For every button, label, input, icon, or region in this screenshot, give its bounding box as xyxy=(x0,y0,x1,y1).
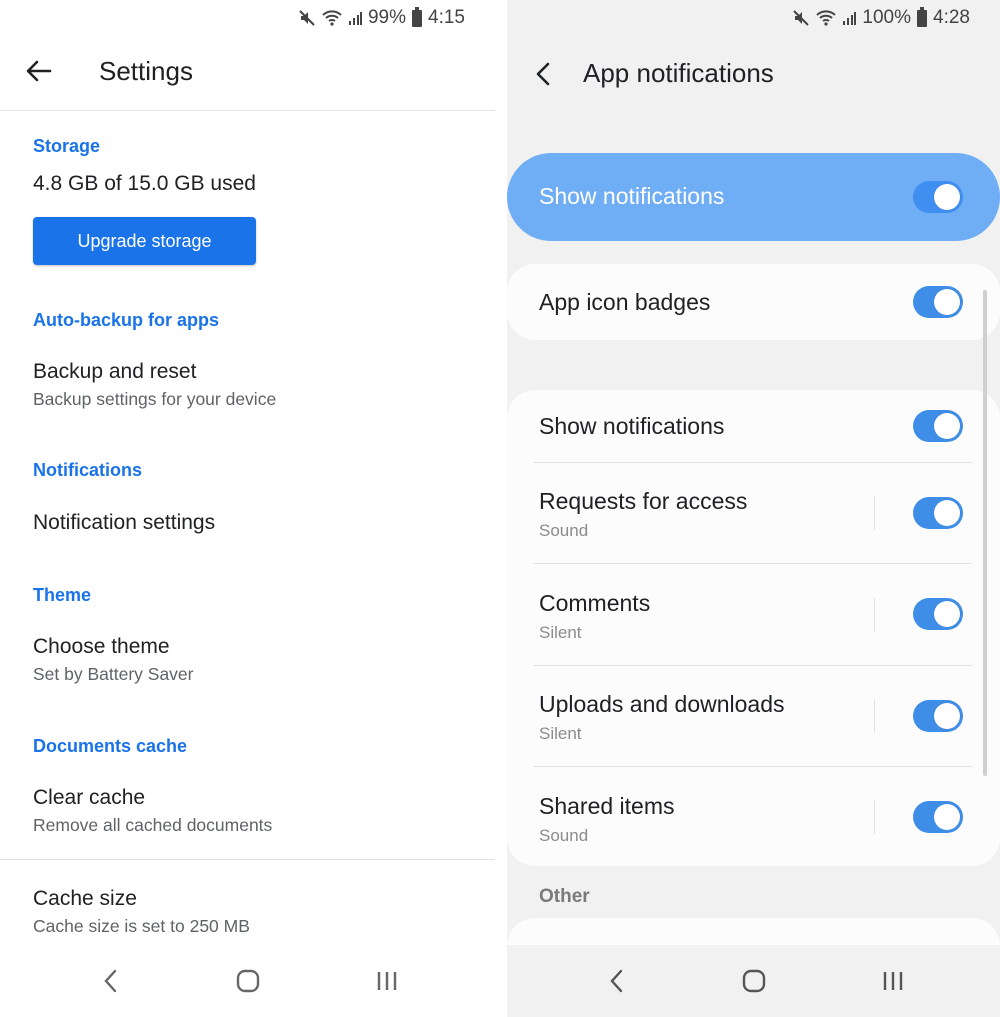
app-icon-badges-label: App icon badges xyxy=(539,289,711,315)
app-icon-badges-card: App icon badges xyxy=(507,264,1000,340)
battery-percent: 99% xyxy=(367,7,407,28)
separator xyxy=(874,496,875,530)
divider xyxy=(533,665,972,666)
clock: 4:15 xyxy=(428,7,465,28)
recents-nav-icon[interactable] xyxy=(367,963,407,999)
category-subtitle: Sound xyxy=(539,826,589,845)
category-toggle[interactable] xyxy=(913,700,963,732)
category-label: Uploads and downloads xyxy=(539,691,785,717)
wifi-icon xyxy=(322,10,342,26)
app-icon-badges-toggle[interactable] xyxy=(913,286,963,318)
app-bar: Settings xyxy=(0,36,495,111)
navigation-bar xyxy=(0,945,495,1017)
category-toggle[interactable] xyxy=(913,410,963,442)
category-label: Shared items xyxy=(539,793,675,819)
documents-cache-header: Documents cache xyxy=(33,736,188,756)
choose-theme-title: Choose theme xyxy=(33,635,170,658)
status-bar: 100% 4:28 xyxy=(792,0,1000,36)
wifi-icon xyxy=(816,10,837,26)
notifications-header: Notifications xyxy=(33,460,143,480)
category-label: Show notifications xyxy=(539,413,725,439)
separator xyxy=(874,598,875,632)
chevron-left-icon[interactable] xyxy=(535,56,565,92)
panel-gap xyxy=(495,0,507,1017)
auto-backup-header: Auto-backup for apps xyxy=(33,310,220,330)
upgrade-storage-button[interactable]: Upgrade storage xyxy=(33,217,256,265)
home-nav-icon[interactable] xyxy=(228,963,268,999)
other-section-header: Other xyxy=(539,886,590,907)
arrow-left-icon[interactable] xyxy=(22,54,56,88)
storage-header: Storage xyxy=(33,136,101,156)
category-toggle[interactable] xyxy=(913,801,963,833)
signal-icon xyxy=(348,11,362,25)
navigation-bar xyxy=(507,945,1000,1017)
back-nav-icon[interactable] xyxy=(596,963,636,999)
notification-categories-card: Show notifications Requests for access S… xyxy=(507,390,1000,866)
settings-screen: 99% 4:15 Settings Storage 4.8 GB of 15.0… xyxy=(0,0,495,1017)
mute-icon xyxy=(298,9,316,27)
category-toggle[interactable] xyxy=(913,598,963,630)
master-toggle-label: Show notifications xyxy=(539,183,725,209)
battery-icon xyxy=(412,6,423,27)
page-title: Settings xyxy=(99,56,193,86)
home-nav-icon[interactable] xyxy=(734,963,774,999)
category-label: Requests for access xyxy=(539,488,748,514)
mute-icon xyxy=(792,9,810,27)
divider xyxy=(533,563,972,564)
master-toggle-switch[interactable] xyxy=(913,181,963,213)
divider xyxy=(0,859,495,860)
app-notifications-screen: 100% 4:28 App notifications Show notific… xyxy=(507,0,1000,1017)
battery-icon xyxy=(917,6,928,27)
category-subtitle: Silent xyxy=(539,724,582,743)
category-subtitle: Sound xyxy=(539,521,589,540)
category-subtitle: Silent xyxy=(539,623,582,642)
divider xyxy=(533,766,972,767)
back-nav-icon[interactable] xyxy=(90,963,130,999)
backup-and-reset-subtitle: Backup settings for your device xyxy=(33,389,277,409)
scrollbar[interactable] xyxy=(983,290,987,776)
divider xyxy=(533,462,972,463)
cache-size-subtitle: Cache size is set to 250 MB xyxy=(33,916,250,936)
category-label: Comments xyxy=(539,590,651,616)
storage-usage: 4.8 GB of 15.0 GB used xyxy=(33,172,256,195)
category-toggle[interactable] xyxy=(913,497,963,529)
cache-size-title: Cache size xyxy=(33,887,137,910)
signal-icon xyxy=(842,11,857,25)
status-bar: 99% 4:15 xyxy=(298,0,495,36)
show-notifications-master-row[interactable]: Show notifications xyxy=(507,153,1000,241)
clear-cache-title: Clear cache xyxy=(33,786,146,809)
theme-header: Theme xyxy=(33,585,92,605)
clock: 4:28 xyxy=(933,7,970,28)
page-title: App notifications xyxy=(583,58,774,88)
backup-and-reset-title: Backup and reset xyxy=(33,360,197,383)
recents-nav-icon[interactable] xyxy=(873,963,913,999)
notification-settings-item[interactable]: Notification settings xyxy=(33,511,215,535)
battery-percent: 100% xyxy=(862,7,912,28)
separator xyxy=(874,699,875,733)
separator xyxy=(874,800,875,834)
clear-cache-subtitle: Remove all cached documents xyxy=(33,815,273,835)
choose-theme-subtitle: Set by Battery Saver xyxy=(33,664,194,684)
